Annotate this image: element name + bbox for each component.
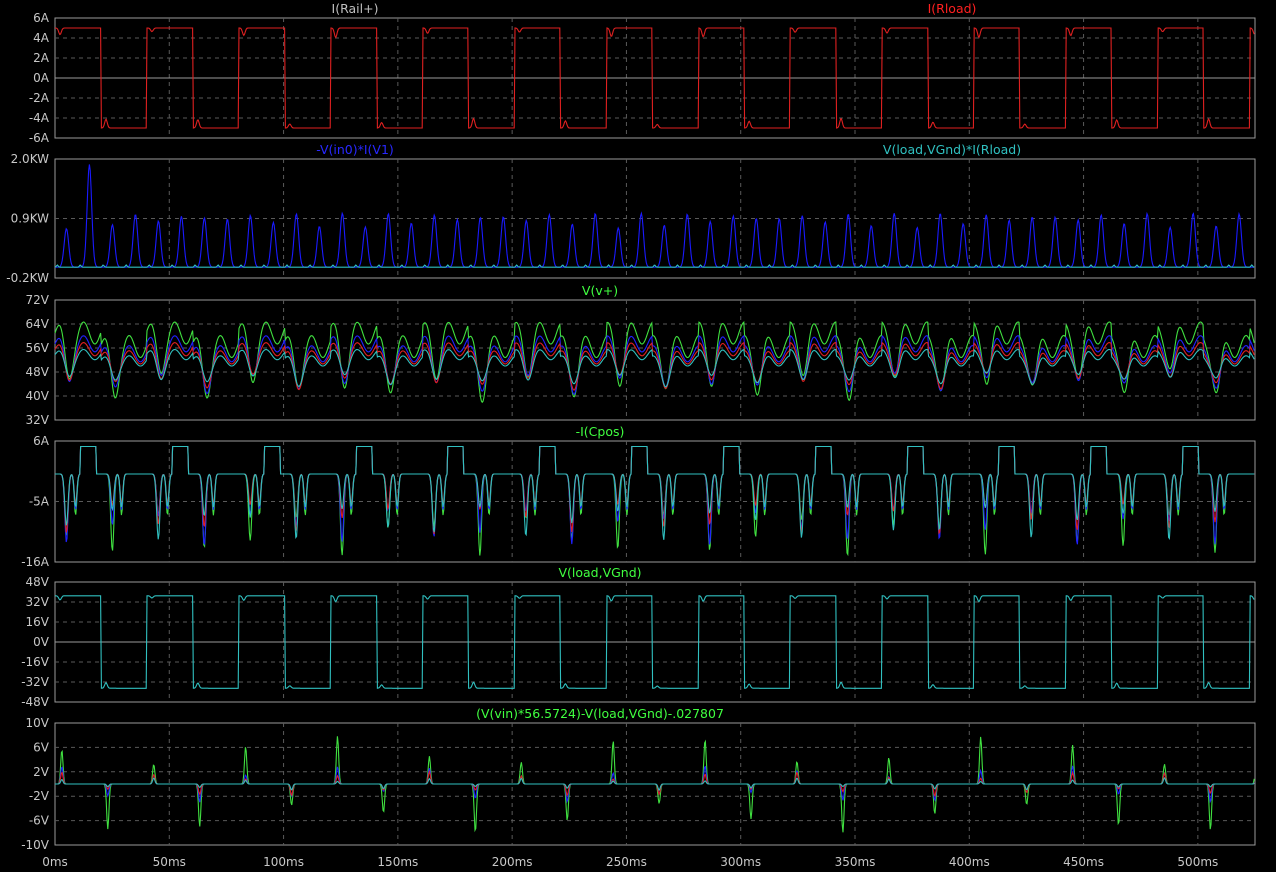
waveform-viewer: 6A 4A 2A 0A -2A -4A -6A I(Rail+) I(Rload) 2.0KW 0.… [6, 1, 1256, 869]
trace-4-2 [55, 445, 1255, 546]
y-tick-label: -48V [21, 695, 50, 709]
y-tick-label: 6A [33, 434, 50, 448]
y-tick-label: -16V [21, 655, 50, 669]
y-tick-label: -4A [29, 111, 50, 125]
y-tick-label: 32V [26, 413, 50, 427]
pane-title: V(v+) [582, 283, 618, 298]
y-tick-label: -6V [29, 814, 50, 828]
y-tick-label: -2A [29, 91, 50, 105]
y-tick-label: 6V [33, 740, 50, 754]
y-tick-label: -0.2KW [6, 271, 49, 285]
y-tick-label: 48V [26, 575, 50, 589]
y-tick-label: 0A [33, 71, 50, 85]
y-tick-label: 2.0KW [11, 152, 50, 166]
x-tick-label: 100ms [263, 855, 304, 869]
y-tick-label: -10V [21, 838, 50, 852]
y-tick-label: -6A [29, 131, 50, 145]
pane-title-right: I(Rload) [928, 1, 977, 16]
pane-title: -I(Cpos) [576, 424, 625, 439]
y-tick-label: 48V [26, 365, 50, 379]
y-tick-label: 4A [33, 31, 50, 45]
pane-title-left: I(Rail+) [332, 1, 379, 16]
y-tick-label: 72V [26, 293, 50, 307]
x-tick-label: 500ms [1177, 855, 1218, 869]
x-tick-label: 250ms [606, 855, 647, 869]
y-tick-label: 2V [33, 765, 50, 779]
x-tick-label: 50ms [153, 855, 186, 869]
y-tick-label: 0.9KW [11, 212, 50, 226]
y-tick-label: 56V [26, 341, 50, 355]
x-tick-label: 450ms [1063, 855, 1104, 869]
x-tick-label: 400ms [949, 855, 990, 869]
y-tick-label: -32V [21, 675, 50, 689]
x-tick-label: 0ms [42, 855, 68, 869]
pane-title: (V(vin)*56.5724)-V(load,VGnd)-.027807 [476, 706, 724, 721]
y-tick-label: -5A [29, 495, 50, 509]
pane-title-left: -V(in0)*I(V1) [316, 142, 394, 157]
pane-title-right: V(load,VGnd)*I(Rload) [883, 142, 1021, 157]
pane-title: V(load,VGnd) [558, 565, 641, 580]
x-tick-label: 150ms [377, 855, 418, 869]
y-tick-label: 64V [26, 317, 50, 331]
pane-frame-3 [54, 299, 1256, 421]
trace-2-1 [55, 164, 1255, 268]
y-tick-label: 40V [26, 389, 50, 403]
y-tick-label: -2V [29, 789, 50, 803]
y-tick-label: 10V [26, 716, 50, 730]
y-tick-label: 6A [33, 11, 50, 25]
x-tick-label: 300ms [720, 855, 761, 869]
y-tick-label: 0V [33, 635, 50, 649]
y-tick-label: -16A [21, 555, 50, 569]
y-tick-label: 2A [33, 51, 50, 65]
trace-3-4 [54, 348, 1255, 388]
x-tick-label: 200ms [492, 855, 533, 869]
y-tick-label: 16V [26, 615, 50, 629]
x-tick-label: 350ms [835, 855, 876, 869]
y-tick-label: 32V [26, 595, 50, 609]
